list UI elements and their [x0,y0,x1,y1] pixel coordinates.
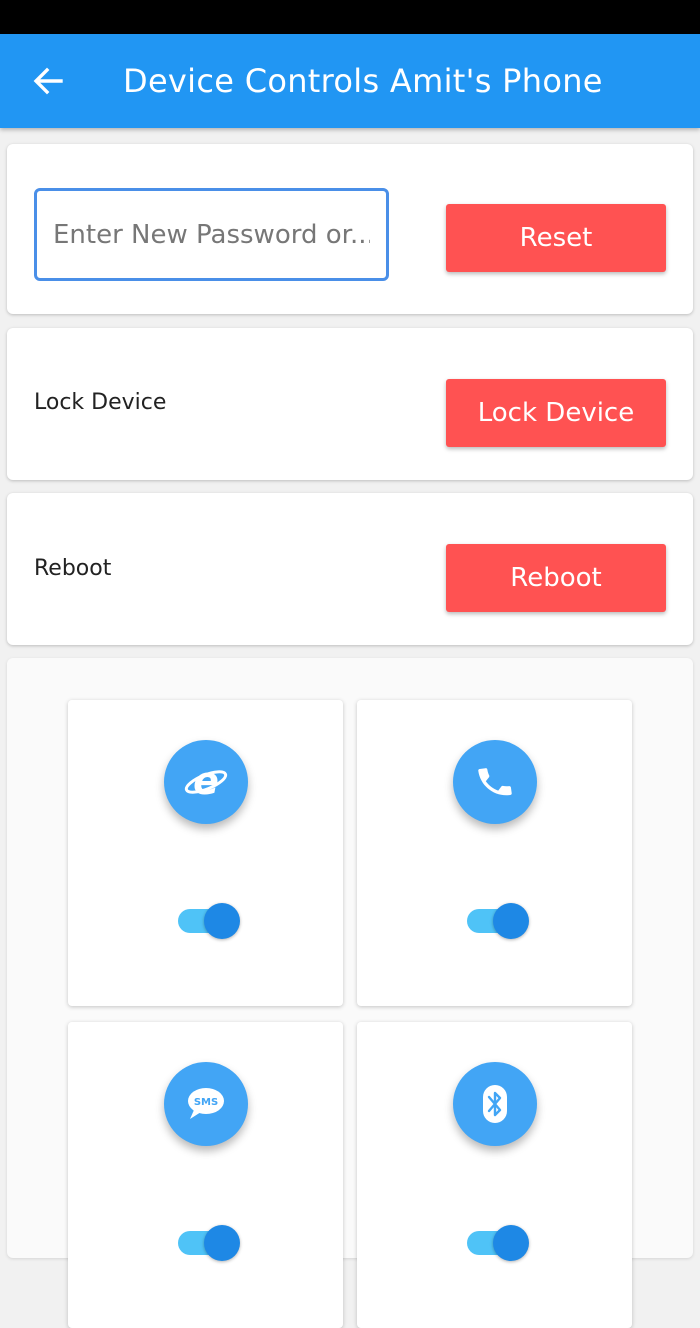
lock-device-button[interactable]: Lock Device [446,379,666,447]
lock-device-card: Lock Device Lock Device [7,328,693,480]
reboot-button[interactable]: Reboot [446,544,666,612]
sms-icon: SMS [164,1062,248,1146]
arrow-left-icon [33,67,63,95]
sms-icon-text: SMS [194,1097,218,1108]
reset-button[interactable]: Reset [446,204,666,272]
status-bar [0,0,700,34]
feature-tile-phone [357,700,632,1006]
bluetooth-icon [453,1062,537,1146]
toggle-thumb [204,1225,240,1261]
bluetooth-toggle[interactable] [467,1225,529,1261]
lock-device-label: Lock Device [34,390,167,415]
toggle-thumb [493,1225,529,1261]
reboot-card: Reboot Reboot [7,493,693,645]
app-bar: Device Controls Amit's Phone [0,34,700,128]
feature-tile-bluetooth [357,1022,632,1328]
toggle-thumb [204,903,240,939]
password-reset-card: Reset [7,144,693,314]
feature-tile-browser: e [68,700,343,1006]
feature-grid: e SMS [7,658,693,1328]
browser-toggle[interactable] [178,903,240,939]
feature-tile-sms: SMS [68,1022,343,1328]
svg-text:e: e [193,760,219,803]
password-input[interactable] [34,188,389,281]
phone-toggle[interactable] [467,903,529,939]
page-title: Device Controls Amit's Phone [123,62,603,100]
phone-icon [453,740,537,824]
internet-explorer-icon: e [164,740,248,824]
back-button[interactable] [26,61,70,101]
toggle-thumb [493,903,529,939]
reboot-label: Reboot [34,556,112,581]
sms-toggle[interactable] [178,1225,240,1261]
